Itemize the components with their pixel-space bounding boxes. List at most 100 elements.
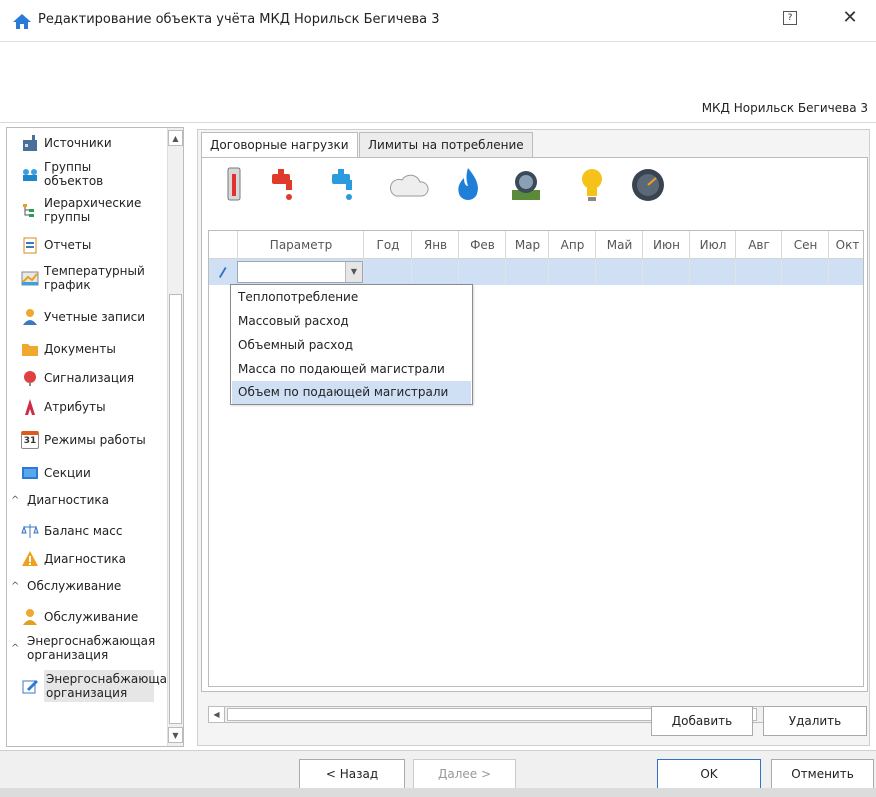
sidebar-item-documents[interactable]: Документы [7, 340, 167, 358]
sidebar-item-object-groups[interactable]: Группы объектов [7, 160, 167, 188]
close-button[interactable]: ✕ [838, 6, 862, 30]
dropdown-option[interactable]: Теплопотребление [232, 286, 471, 309]
table-cell[interactable] [735, 259, 782, 285]
dropdown-option[interactable]: Масса по подающей магистрали [232, 358, 471, 381]
warning-icon [22, 551, 38, 566]
sidebar-item-hierarchy[interactable]: Иерархические группы [7, 196, 167, 224]
sidebar-group-energy-supplier[interactable]: ^ Энергоснабжающая организация [7, 634, 167, 662]
hot-water-tap-icon[interactable] [268, 166, 300, 204]
sidebar-item-label: Диагностика [44, 552, 127, 566]
column-header[interactable]: Июл [689, 231, 736, 259]
table-cell[interactable] [828, 259, 863, 285]
sidebar-item-reports[interactable]: Отчеты [7, 236, 167, 254]
column-header[interactable]: Июн [642, 231, 690, 259]
pencil-icon [219, 267, 227, 278]
sidebar-item-sections[interactable]: Секции [7, 464, 167, 482]
table-cell[interactable] [363, 259, 412, 285]
object-name: МКД Норильск Бегичева 3 [701, 101, 868, 115]
report-icon [23, 237, 37, 254]
cold-water-tap-icon[interactable] [328, 166, 360, 204]
sidebar-item-service[interactable]: Обслуживание [7, 608, 167, 626]
scroll-up-icon[interactable]: ▲ [168, 130, 183, 146]
cancel-button[interactable]: Отменить [771, 759, 874, 789]
column-header[interactable]: Май [595, 231, 643, 259]
table-cell[interactable] [458, 259, 506, 285]
sidebar-item-work-modes[interactable]: 31 Режимы работы [7, 431, 167, 449]
sidebar-item-temperature-chart[interactable]: Температурный график [7, 264, 167, 292]
next-button[interactable]: Далее > [413, 759, 516, 789]
dropdown-option-selected[interactable]: Объем по подающей магистрали [232, 381, 471, 404]
delete-button[interactable]: Удалить [763, 706, 867, 736]
chevron-up-icon: ^ [11, 580, 20, 592]
sidebar-item-label: Обслуживание [44, 610, 139, 624]
add-button[interactable]: Добавить [651, 706, 753, 736]
gauge-icon[interactable] [630, 166, 666, 204]
column-header[interactable]: Авг [735, 231, 782, 259]
column-header[interactable]: Янв [411, 231, 459, 259]
scroll-left-icon[interactable]: ◀ [209, 707, 225, 722]
main-panel: Договорные нагрузки Лимиты на потреблени… [197, 129, 870, 746]
scrollbar-thumb[interactable] [169, 294, 182, 724]
header-band: МКД Норильск Бегичева 3 [0, 43, 876, 123]
steam-icon[interactable] [510, 166, 542, 204]
sidebar-item-mass-balance[interactable]: Баланс масс [7, 522, 167, 540]
sidebar-item-label: Источники [44, 136, 112, 150]
sidebar-item-label: Баланс масс [44, 524, 123, 538]
table-cell[interactable] [595, 259, 643, 285]
sidebar-scrollbar[interactable]: ▲ ▼ [167, 128, 183, 746]
column-header[interactable]: Год [363, 231, 412, 259]
user-icon [23, 309, 37, 325]
sidebar-group-diagnostics[interactable]: ^ Диагностика [7, 493, 167, 507]
chevron-down-icon[interactable]: ▼ [345, 262, 362, 282]
chevron-up-icon: ^ [11, 642, 20, 654]
help-button[interactable]: ? [783, 11, 797, 25]
cloud-icon[interactable] [388, 166, 430, 204]
sidebar-item-accounts[interactable]: Учетные записи [7, 308, 167, 326]
parameter-combobox[interactable]: ▼ [237, 261, 363, 283]
dropdown-option[interactable]: Объемный расход [232, 334, 471, 357]
gas-flame-icon[interactable] [452, 166, 484, 204]
table-cell[interactable] [411, 259, 459, 285]
sections-icon [22, 467, 38, 479]
lightbulb-icon[interactable] [576, 166, 608, 204]
parameter-dropdown-list: Теплопотребление Массовый расход Объемны… [230, 284, 473, 405]
scroll-down-icon[interactable]: ▼ [168, 727, 183, 743]
table-cell[interactable] [548, 259, 596, 285]
sidebar-item-alarm[interactable]: Сигнализация [7, 369, 167, 387]
ok-button[interactable]: OK [657, 759, 761, 789]
sidebar-item-energy-supplier[interactable]: Энергоснабжающая организация [7, 670, 175, 702]
sidebar-item-attributes[interactable]: Атрибуты [7, 398, 167, 416]
window-title: Редактирование объекта учёта МКД Норильс… [38, 12, 440, 27]
column-header[interactable]: Фев [458, 231, 506, 259]
column-header[interactable]: Окт [828, 231, 863, 259]
alarm-icon [24, 371, 36, 386]
grid-header: Параметр Год Янв Фев Мар Апр Май Июн Июл… [209, 231, 863, 259]
hierarchy-icon [23, 204, 34, 217]
column-header[interactable]: Сен [781, 231, 829, 259]
table-cell[interactable] [689, 259, 736, 285]
sidebar-item-sources[interactable]: Источники [7, 134, 167, 152]
folder-icon [22, 344, 38, 356]
table-cell[interactable] [505, 259, 549, 285]
sidebar-item-label: Отчеты [44, 238, 92, 252]
sidebar-item-label: Энергоснабжающая организация [44, 670, 175, 702]
tab-consumption-limits[interactable]: Лимиты на потребление [359, 132, 533, 157]
title-bar: Редактирование объекта учёта МКД Норильс… [0, 0, 876, 42]
sidebar-group-label: Энергоснабжающая организация [27, 634, 156, 662]
tab-panel: Параметр Год Янв Фев Мар Апр Май Июн Июл… [201, 157, 868, 723]
service-user-icon [23, 609, 37, 625]
column-header[interactable]: Апр [548, 231, 596, 259]
sidebar-item-label: Режимы работы [44, 433, 146, 447]
back-button[interactable]: < Назад [299, 759, 405, 789]
sidebar-item-diagnostics[interactable]: Диагностика [7, 550, 167, 568]
factory-icon [23, 135, 37, 151]
table-cell[interactable] [642, 259, 690, 285]
table-cell[interactable] [781, 259, 829, 285]
thermometer-icon[interactable] [218, 166, 250, 204]
column-header[interactable]: Мар [505, 231, 549, 259]
column-header[interactable]: Параметр [237, 231, 364, 259]
sidebar-group-service[interactable]: ^ Обслуживание [7, 579, 167, 593]
dropdown-option[interactable]: Массовый расход [232, 310, 471, 333]
table-row[interactable]: ▼ [209, 259, 863, 285]
tab-contract-loads[interactable]: Договорные нагрузки [201, 132, 358, 159]
